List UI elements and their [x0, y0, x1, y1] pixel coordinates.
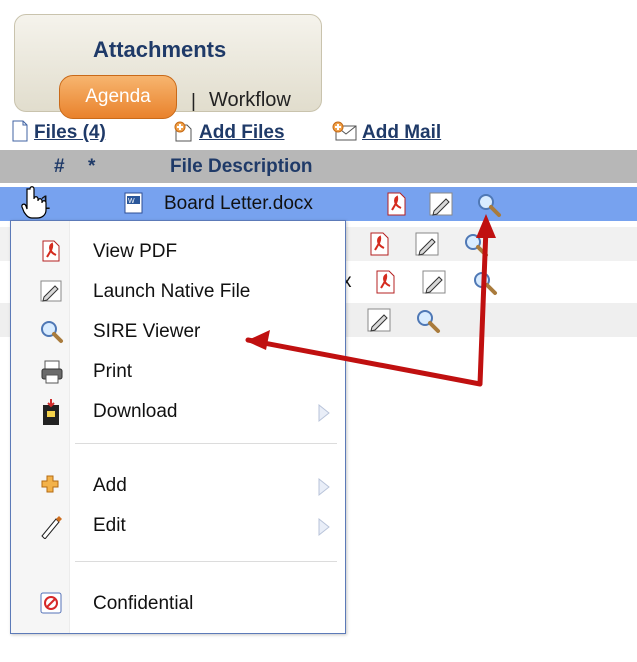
annotation-arrow [245, 214, 496, 387]
